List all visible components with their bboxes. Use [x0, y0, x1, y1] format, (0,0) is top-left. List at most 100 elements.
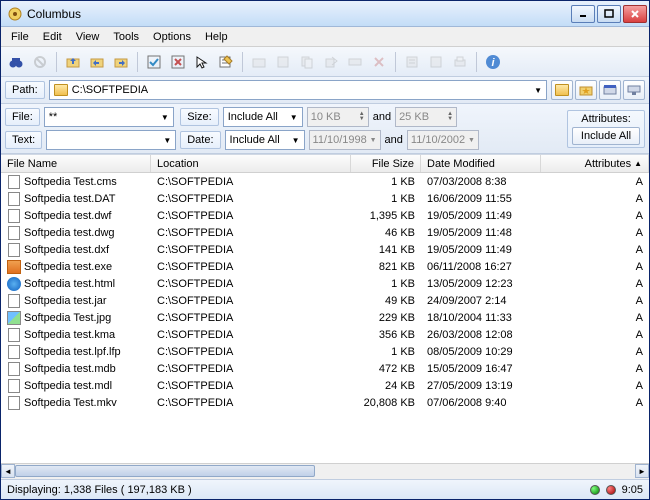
binoculars-icon[interactable] — [5, 51, 27, 73]
file-icon — [7, 226, 21, 240]
file-date: 15/05/2009 16:47 — [421, 363, 541, 375]
properties-icon — [401, 51, 423, 73]
menu-view[interactable]: View — [70, 29, 106, 45]
table-row[interactable]: Softpedia test.mdbC:\SOFTPEDIA472 KB15/0… — [1, 360, 649, 377]
separator — [242, 52, 243, 72]
folder-icon — [54, 84, 68, 96]
file-location: C:\SOFTPEDIA — [151, 278, 351, 290]
sort-asc-icon: ▲ — [634, 159, 642, 168]
table-row[interactable]: Softpedia test.htmlC:\SOFTPEDIA1 KB13/05… — [1, 275, 649, 292]
file-attr: A — [541, 210, 649, 222]
led-green-icon — [590, 485, 600, 495]
check-all-icon[interactable] — [143, 51, 165, 73]
size-mode-combo[interactable]: Include All▼ — [223, 107, 303, 127]
file-filter-combo[interactable]: **▼ — [44, 107, 174, 127]
table-row[interactable]: Softpedia test.jarC:\SOFTPEDIA49 KB24/09… — [1, 292, 649, 309]
path-buttons — [551, 80, 645, 100]
scroll-right-arrow[interactable]: ► — [635, 464, 649, 478]
file-filter-label: File: — [5, 108, 40, 126]
file-attr: A — [541, 380, 649, 392]
file-icon — [7, 277, 21, 291]
table-row[interactable]: Softpedia Test.mkvC:\SOFTPEDIA20,808 KB0… — [1, 394, 649, 411]
attributes-button[interactable]: Include All — [572, 127, 640, 145]
file-location: C:\SOFTPEDIA — [151, 193, 351, 205]
date-from-input[interactable]: 11/10/1998▼ — [309, 130, 381, 150]
table-row[interactable]: Softpedia Test.jpgC:\SOFTPEDIA229 KB18/1… — [1, 309, 649, 326]
table-row[interactable]: Softpedia test.lpf.lfpC:\SOFTPEDIA1 KB08… — [1, 343, 649, 360]
separator — [395, 52, 396, 72]
uncheck-icon[interactable] — [167, 51, 189, 73]
size-to-input[interactable]: 25 KB▲▼ — [395, 107, 457, 127]
table-row[interactable]: Softpedia test.exeC:\SOFTPEDIA821 KB06/1… — [1, 258, 649, 275]
scroll-thumb[interactable] — [15, 465, 315, 477]
menu-help[interactable]: Help — [199, 29, 234, 45]
menu-edit[interactable]: Edit — [37, 29, 68, 45]
path-bar: Path: C:\SOFTPEDIA ▼ — [1, 77, 649, 104]
network-button[interactable] — [623, 80, 645, 100]
edit-list-icon[interactable] — [215, 51, 237, 73]
file-size: 46 KB — [351, 227, 421, 239]
maximize-button[interactable] — [597, 5, 621, 23]
size-from-input[interactable]: 10 KB▲▼ — [307, 107, 369, 127]
column-size[interactable]: File Size — [351, 155, 421, 172]
file-date: 19/05/2009 11:49 — [421, 210, 541, 222]
table-row[interactable]: Softpedia test.kmaC:\SOFTPEDIA356 KB26/0… — [1, 326, 649, 343]
separator — [476, 52, 477, 72]
browse-folder-button[interactable] — [551, 80, 573, 100]
file-size: 1 KB — [351, 278, 421, 290]
column-attributes[interactable]: Attributes▲ — [541, 155, 649, 172]
date-to-input[interactable]: 11/10/2002▼ — [407, 130, 479, 150]
chevron-down-icon: ▼ — [292, 136, 300, 145]
file-name: Softpedia test.exe — [24, 261, 112, 273]
open-icon — [248, 51, 270, 73]
file-name: Softpedia test.DAT — [24, 193, 116, 205]
table-row[interactable]: Softpedia test.DATC:\SOFTPEDIA1 KB16/06/… — [1, 190, 649, 207]
table-row[interactable]: Softpedia test.mdlC:\SOFTPEDIA24 KB27/05… — [1, 377, 649, 394]
column-date[interactable]: Date Modified — [421, 155, 541, 172]
file-attr: A — [541, 363, 649, 375]
horizontal-scrollbar[interactable]: ◄ ► — [1, 463, 649, 479]
scroll-left-arrow[interactable]: ◄ — [1, 464, 15, 478]
file-location: C:\SOFTPEDIA — [151, 346, 351, 358]
menu-options[interactable]: Options — [147, 29, 197, 45]
column-name[interactable]: File Name — [1, 155, 151, 172]
file-location: C:\SOFTPEDIA — [151, 329, 351, 341]
file-size: 229 KB — [351, 312, 421, 324]
menu-tools[interactable]: Tools — [107, 29, 145, 45]
spinner-icon: ▲▼ — [359, 112, 365, 122]
folder-back-icon[interactable] — [86, 51, 108, 73]
favorite-folder-button[interactable] — [575, 80, 597, 100]
folder-up-icon[interactable] — [62, 51, 84, 73]
file-location: C:\SOFTPEDIA — [151, 244, 351, 256]
table-row[interactable]: Softpedia Test.cmsC:\SOFTPEDIA1 KB07/03/… — [1, 173, 649, 190]
file-date: 13/05/2009 12:23 — [421, 278, 541, 290]
path-value: C:\SOFTPEDIA — [72, 84, 148, 96]
drive-button[interactable] — [599, 80, 621, 100]
attributes-panel: Attributes: Include All — [567, 110, 645, 148]
file-date: 19/05/2009 11:49 — [421, 244, 541, 256]
info-icon[interactable]: i — [482, 51, 504, 73]
file-date: 19/05/2009 11:48 — [421, 227, 541, 239]
date-mode-combo[interactable]: Include All▼ — [225, 130, 305, 150]
path-combo[interactable]: C:\SOFTPEDIA ▼ — [49, 80, 547, 100]
file-size: 1,395 KB — [351, 210, 421, 222]
table-row[interactable]: Softpedia test.dwgC:\SOFTPEDIA46 KB19/05… — [1, 224, 649, 241]
folder-forward-icon[interactable] — [110, 51, 132, 73]
column-location[interactable]: Location — [151, 155, 351, 172]
menu-file[interactable]: File — [5, 29, 35, 45]
app-window: Columbus File Edit View Tools Options He… — [0, 0, 650, 500]
file-icon — [7, 175, 21, 189]
minimize-button[interactable] — [571, 5, 595, 23]
file-attr: A — [541, 397, 649, 409]
table-row[interactable]: Softpedia test.dwfC:\SOFTPEDIA1,395 KB19… — [1, 207, 649, 224]
file-attr: A — [541, 176, 649, 188]
file-location: C:\SOFTPEDIA — [151, 380, 351, 392]
file-name: Softpedia Test.cms — [24, 176, 117, 188]
file-size: 1 KB — [351, 176, 421, 188]
select-icon[interactable] — [191, 51, 213, 73]
table-row[interactable]: Softpedia test.dxfC:\SOFTPEDIA141 KB19/0… — [1, 241, 649, 258]
file-rows: Softpedia Test.cmsC:\SOFTPEDIA1 KB07/03/… — [1, 173, 649, 463]
file-date: 07/06/2008 9:40 — [421, 397, 541, 409]
text-filter-combo[interactable]: ▼ — [46, 130, 176, 150]
close-button[interactable] — [623, 5, 647, 23]
